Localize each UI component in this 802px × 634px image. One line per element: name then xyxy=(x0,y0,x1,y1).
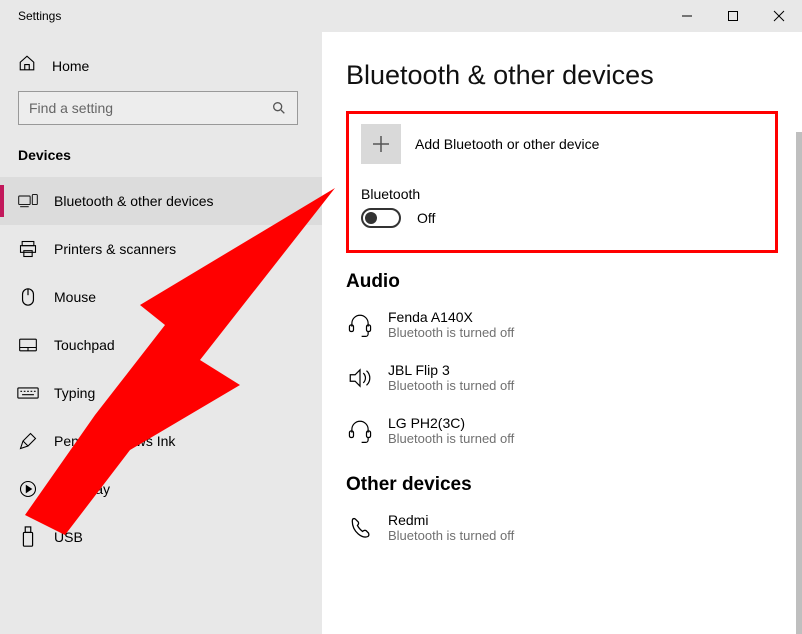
keyboard-icon xyxy=(18,383,38,403)
home-nav[interactable]: Home xyxy=(0,48,322,91)
content-pane: Bluetooth & other devices Add Bluetooth … xyxy=(322,32,802,634)
home-icon xyxy=(18,54,36,77)
search-input-wrap[interactable] xyxy=(18,91,298,125)
device-status: Bluetooth is turned off xyxy=(388,378,514,393)
pen-icon xyxy=(18,431,38,451)
close-button[interactable] xyxy=(756,0,802,32)
bluetooth-heading: Bluetooth xyxy=(361,186,763,202)
device-status: Bluetooth is turned off xyxy=(388,431,514,446)
sidebar-item-label: Mouse xyxy=(54,289,96,305)
phone-icon xyxy=(346,514,374,542)
sidebar-item-typing[interactable]: Typing xyxy=(0,369,322,417)
add-device-button[interactable]: Add Bluetooth or other device xyxy=(361,124,763,164)
sidebar-item-mouse[interactable]: Mouse xyxy=(0,273,322,321)
home-label: Home xyxy=(52,58,89,74)
bluetooth-toggle[interactable] xyxy=(361,208,401,228)
sidebar-item-autoplay[interactable]: AutoPlay xyxy=(0,465,322,513)
device-row[interactable]: LG PH2(3C) Bluetooth is turned off xyxy=(346,407,778,460)
headset-icon xyxy=(346,417,374,445)
device-name: Fenda A140X xyxy=(388,309,514,325)
headset-icon xyxy=(346,311,374,339)
device-name: Redmi xyxy=(388,512,514,528)
sidebar-item-label: Typing xyxy=(54,385,95,401)
sidebar-item-usb[interactable]: USB xyxy=(0,513,322,561)
scrollbar[interactable] xyxy=(796,132,802,634)
autoplay-icon xyxy=(18,479,38,499)
maximize-button[interactable] xyxy=(710,0,756,32)
bluetooth-toggle-state: Off xyxy=(417,210,435,226)
device-row[interactable]: JBL Flip 3 Bluetooth is turned off xyxy=(346,354,778,407)
devices-icon xyxy=(18,191,38,211)
plus-icon xyxy=(361,124,401,164)
minimize-button[interactable] xyxy=(664,0,710,32)
device-status: Bluetooth is turned off xyxy=(388,528,514,543)
sidebar-item-printers[interactable]: Printers & scanners xyxy=(0,225,322,273)
device-name: JBL Flip 3 xyxy=(388,362,514,378)
page-title: Bluetooth & other devices xyxy=(346,60,778,91)
usb-icon xyxy=(18,527,38,547)
device-row[interactable]: Fenda A140X Bluetooth is turned off xyxy=(346,301,778,354)
device-name: LG PH2(3C) xyxy=(388,415,514,431)
add-device-label: Add Bluetooth or other device xyxy=(415,136,599,152)
toggle-thumb xyxy=(365,212,377,224)
sidebar-item-bluetooth[interactable]: Bluetooth & other devices xyxy=(0,177,322,225)
sidebar-item-label: Touchpad xyxy=(54,337,115,353)
window-title: Settings xyxy=(0,9,61,23)
printer-icon xyxy=(18,239,38,259)
device-status: Bluetooth is turned off xyxy=(388,325,514,340)
sidebar-item-pen[interactable]: Pen & Windows Ink xyxy=(0,417,322,465)
audio-section-title: Audio xyxy=(346,271,778,293)
sidebar-item-label: USB xyxy=(54,529,83,545)
annotation-highlight-box: Add Bluetooth or other device Bluetooth … xyxy=(346,111,778,253)
sidebar-item-touchpad[interactable]: Touchpad xyxy=(0,321,322,369)
titlebar: Settings xyxy=(0,0,802,32)
search-icon xyxy=(271,100,287,116)
sidebar: Home Devices Bluetooth & other devices xyxy=(0,32,322,634)
sidebar-item-label: Bluetooth & other devices xyxy=(54,193,214,209)
other-devices-section-title: Other devices xyxy=(346,474,778,496)
speaker-icon xyxy=(346,364,374,392)
sidebar-section-title: Devices xyxy=(0,143,322,177)
device-row[interactable]: Redmi Bluetooth is turned off xyxy=(346,504,778,557)
search-input[interactable] xyxy=(29,100,271,116)
sidebar-item-label: Pen & Windows Ink xyxy=(54,433,175,449)
sidebar-item-label: AutoPlay xyxy=(54,481,110,497)
mouse-icon xyxy=(18,287,38,307)
sidebar-item-label: Printers & scanners xyxy=(54,241,176,257)
touchpad-icon xyxy=(18,335,38,355)
